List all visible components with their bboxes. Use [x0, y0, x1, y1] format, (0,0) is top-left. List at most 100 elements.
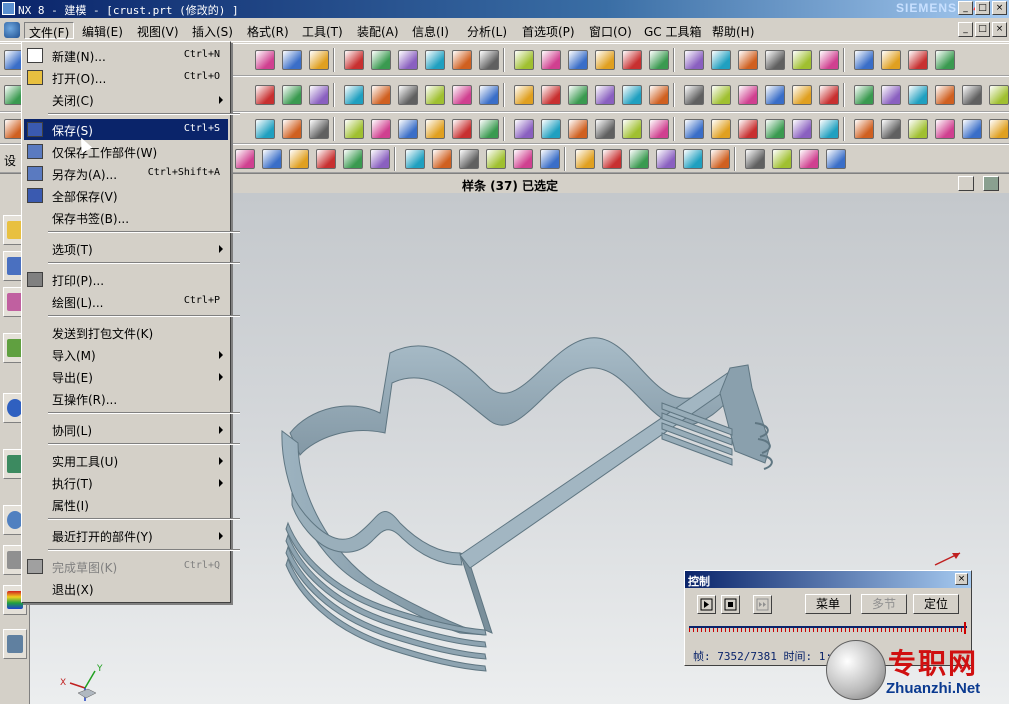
file-menu-item[interactable]: 最近打开的部件(Y): [24, 525, 228, 546]
toolbar-command-icon[interactable]: [765, 50, 785, 70]
file-menu-item[interactable]: 导入(M): [24, 344, 228, 365]
toolbar-command-icon[interactable]: [765, 85, 785, 105]
menu-info[interactable]: 信息(I): [408, 22, 453, 39]
toolbar-command-icon[interactable]: [595, 119, 615, 139]
toolbar-command-icon[interactable]: [854, 85, 874, 105]
file-menu-item[interactable]: 发送到打包文件(K): [24, 322, 228, 343]
file-menu-item[interactable]: 导出(E): [24, 366, 228, 387]
toolbar-command-icon[interactable]: [371, 85, 391, 105]
menu-tools[interactable]: 工具(T): [298, 22, 347, 39]
toolbar-command-icon[interactable]: [683, 149, 703, 169]
doc-minimize-button[interactable]: _: [958, 22, 973, 37]
toolbar-command-icon[interactable]: [255, 50, 275, 70]
toolbar-command-icon[interactable]: [405, 149, 425, 169]
toolbar-command-icon[interactable]: [908, 119, 928, 139]
toolbar-command-icon[interactable]: [479, 50, 499, 70]
doc-restore-button[interactable]: □: [975, 22, 990, 37]
toolbar-command-icon[interactable]: [711, 85, 731, 105]
toolbar-command-icon[interactable]: [344, 50, 364, 70]
toolbar-command-icon[interactable]: [772, 149, 792, 169]
toolbar-command-icon[interactable]: [371, 50, 391, 70]
toolbar-command-icon[interactable]: [309, 119, 329, 139]
toolbar-command-icon[interactable]: [595, 50, 615, 70]
toolbar-command-icon[interactable]: [568, 119, 588, 139]
file-menu-item[interactable]: 保存书签(B)...: [24, 207, 228, 228]
file-menu-item[interactable]: 全部保存(V): [24, 185, 228, 206]
toolbar-command-icon[interactable]: [479, 85, 499, 105]
toolbar-command-icon[interactable]: [425, 119, 445, 139]
multi-step-button[interactable]: 多节: [861, 594, 907, 614]
toolbar-command-icon[interactable]: [989, 85, 1009, 105]
toolbar-command-icon[interactable]: [684, 119, 704, 139]
toolbar-command-icon[interactable]: [819, 50, 839, 70]
control-dialog-titlebar[interactable]: 控制 ×: [685, 571, 971, 588]
menu-file[interactable]: 文件(F): [24, 22, 75, 40]
toolbar-command-icon[interactable]: [738, 119, 758, 139]
minimize-button[interactable]: _: [958, 1, 973, 15]
stop-button[interactable]: [721, 595, 740, 614]
file-menu-item[interactable]: 互操作(R)...: [24, 388, 228, 409]
toolbar-command-icon[interactable]: [935, 50, 955, 70]
toolbar-command-icon[interactable]: [541, 50, 561, 70]
menu-analysis[interactable]: 分析(L): [463, 22, 511, 39]
toolbar-command-icon[interactable]: [344, 119, 364, 139]
toolbar-command-icon[interactable]: [738, 50, 758, 70]
toolbar-command-icon[interactable]: [343, 149, 363, 169]
toolbar-command-icon[interactable]: [452, 50, 472, 70]
toolbar-command-icon[interactable]: [595, 85, 615, 105]
toolbar-command-icon[interactable]: [398, 85, 418, 105]
toolbar-command-icon[interactable]: [398, 119, 418, 139]
toolbar-command-icon[interactable]: [309, 85, 329, 105]
toolbar-command-icon[interactable]: [514, 50, 534, 70]
toolbar-command-icon[interactable]: [541, 85, 561, 105]
toolbar-command-icon[interactable]: [622, 50, 642, 70]
toolbar-command-icon[interactable]: [568, 85, 588, 105]
menu-help[interactable]: 帮助(H): [708, 22, 758, 39]
toolbar-command-icon[interactable]: [540, 149, 560, 169]
toolbar-command-icon[interactable]: [370, 149, 390, 169]
toolbar-command-icon[interactable]: [513, 149, 533, 169]
maximize-button[interactable]: □: [975, 1, 990, 15]
roles-tab[interactable]: [3, 629, 27, 659]
playback-position-marker[interactable]: [963, 622, 966, 634]
file-menu-item[interactable]: 仅保存工作部件(W): [24, 141, 228, 162]
toolbar-command-icon[interactable]: [486, 149, 506, 169]
toolbar-command-icon[interactable]: [908, 50, 928, 70]
toolbar-command-icon[interactable]: [881, 85, 901, 105]
toolbar-command-icon[interactable]: [935, 119, 955, 139]
doc-close-button[interactable]: ×: [992, 22, 1007, 37]
menu-button[interactable]: 菜单: [805, 594, 851, 614]
locate-button[interactable]: 定位: [913, 594, 959, 614]
toolbar-command-icon[interactable]: [316, 149, 336, 169]
toolbar-command-icon[interactable]: [255, 85, 275, 105]
file-menu-item[interactable]: 关闭(C): [24, 89, 228, 110]
toolbar-command-icon[interactable]: [792, 50, 812, 70]
toolbar-command-icon[interactable]: [309, 50, 329, 70]
toolbar-command-icon[interactable]: [255, 119, 275, 139]
menu-assembly[interactable]: 装配(A): [353, 22, 403, 39]
toolbar-command-icon[interactable]: [799, 149, 819, 169]
menu-view[interactable]: 视图(V): [133, 22, 183, 39]
toolbar-command-icon[interactable]: [425, 85, 445, 105]
toolbar-command-icon[interactable]: [622, 85, 642, 105]
toolbar-command-icon[interactable]: [629, 149, 649, 169]
file-menu-item[interactable]: 属性(I): [24, 494, 228, 515]
menu-insert[interactable]: 插入(S): [188, 22, 237, 39]
toolbar-command-icon[interactable]: [854, 119, 874, 139]
toolbar-command-icon[interactable]: [738, 85, 758, 105]
toolbar-command-icon[interactable]: [622, 119, 642, 139]
file-menu-item[interactable]: 新建(N)... Ctrl+N: [24, 45, 228, 66]
toolbar-command-icon[interactable]: [398, 50, 418, 70]
toolbar-command-icon[interactable]: [711, 119, 731, 139]
toolbar-command-icon[interactable]: [684, 85, 704, 105]
toolbar-command-icon[interactable]: [344, 85, 364, 105]
toolbar-command-icon[interactable]: [649, 119, 669, 139]
close-button[interactable]: ×: [992, 1, 1007, 15]
toolbar-command-icon[interactable]: [765, 119, 785, 139]
file-menu-item[interactable]: 绘图(L)... Ctrl+P: [24, 291, 228, 312]
toolbar-command-icon[interactable]: [282, 85, 302, 105]
file-menu-item[interactable]: 选项(T): [24, 238, 228, 259]
part-icon[interactable]: [4, 22, 20, 38]
toolbar-command-icon[interactable]: [235, 149, 255, 169]
file-menu-item[interactable]: 保存(S) Ctrl+S: [24, 119, 228, 140]
